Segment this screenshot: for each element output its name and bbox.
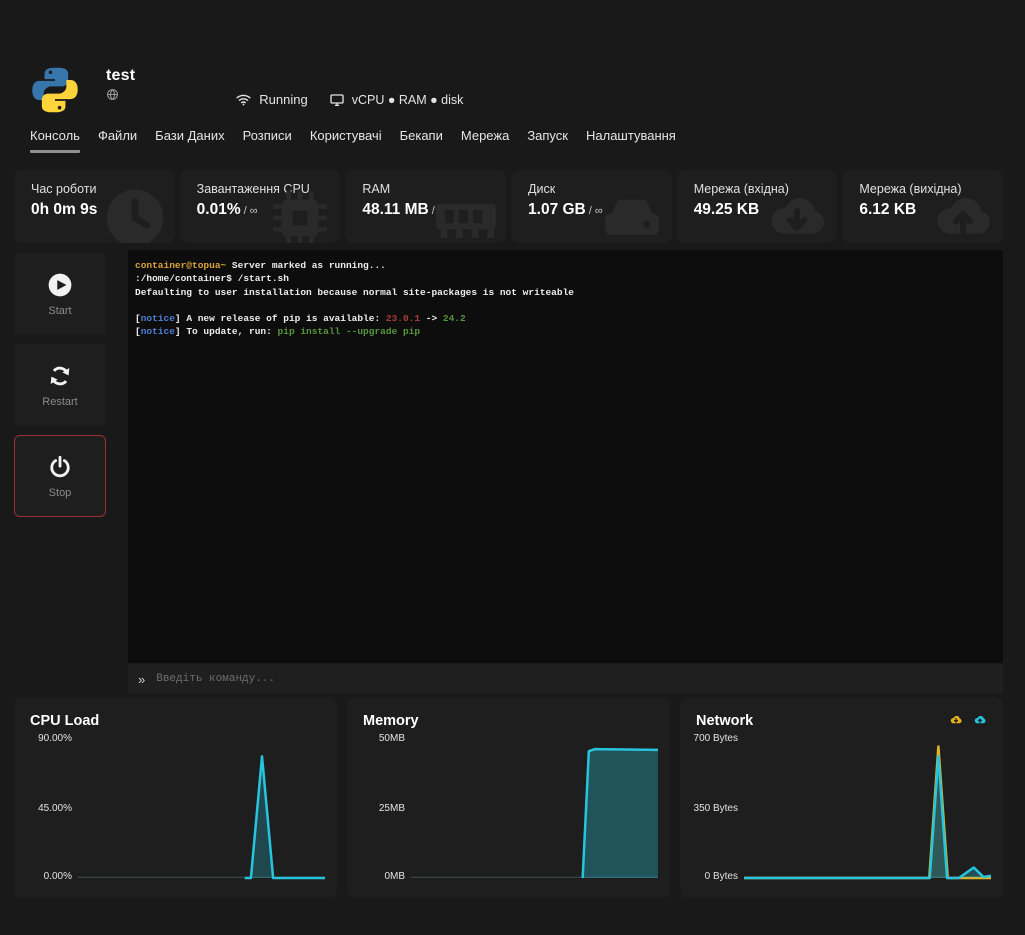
chart-plot	[411, 739, 658, 878]
server-status: Running	[259, 92, 307, 107]
cloud-down-icon	[949, 713, 963, 727]
console-line	[135, 299, 995, 312]
chart-card-cpu-load: CPU Load90.00%45.00%0.00%	[14, 697, 337, 898]
stat-card-microchip: Завантаження CPU0.01% / ∞	[180, 170, 341, 243]
stop-button[interactable]: Stop	[14, 435, 106, 517]
header-top: test Running	[14, 53, 1003, 115]
power-button-label: Restart	[42, 396, 77, 408]
server-specs: vCPU ● RAM ● disk	[352, 93, 464, 107]
y-tick: 25MB	[379, 803, 405, 814]
y-tick: 0 Bytes	[705, 871, 738, 882]
main-section: Start Restart Stop container@topua~ Server…	[14, 250, 1003, 694]
command-input[interactable]	[154, 672, 993, 686]
console-line: Defaulting to user installation because …	[135, 286, 995, 299]
tab-консоль[interactable]: Консоль	[30, 128, 80, 153]
restart-icon	[47, 363, 73, 389]
power-buttons: Start Restart Stop	[14, 253, 106, 694]
y-tick: 700 Bytes	[694, 733, 738, 744]
console-line: container@topua~ Server marked as runnin…	[135, 259, 995, 272]
tab-мережа[interactable]: Мережа	[461, 128, 509, 153]
memory-icon	[432, 184, 500, 243]
console-input-row: »	[128, 664, 1003, 694]
y-axis-labels: 50MB25MB0MB	[361, 739, 411, 878]
monitor-icon	[329, 92, 345, 108]
stats-row: Час роботи0h 0m 9sЗавантаження CPU0.01% …	[14, 170, 1003, 243]
stat-card-memory: RAM48.11 MB / ∞	[345, 170, 506, 243]
spec-group: vCPU ● RAM ● disk	[329, 92, 464, 108]
y-tick: 50MB	[379, 733, 405, 744]
chart-legend-icons	[949, 713, 987, 727]
wifi-icon	[235, 91, 252, 108]
console-output[interactable]: container@topua~ Server marked as runnin…	[128, 250, 1003, 663]
status-line: Running vCPU ● RAM ● disk	[235, 91, 463, 108]
hdd-icon	[598, 184, 666, 243]
tab-бекапи[interactable]: Бекапи	[400, 128, 443, 153]
chart-body: 90.00%45.00%0.00%	[28, 739, 325, 878]
chart-plot	[744, 739, 991, 878]
y-axis-labels: 700 Bytes350 Bytes0 Bytes	[694, 739, 744, 878]
tab-файли[interactable]: Файли	[98, 128, 137, 153]
tab-запуск[interactable]: Запуск	[527, 128, 568, 153]
cloud-up-icon	[929, 184, 997, 243]
chart-plot	[78, 739, 325, 878]
clock-icon	[101, 184, 169, 243]
stat-card-cloud-down: Мережа (вхідна)49.25 KB	[677, 170, 838, 243]
y-tick: 90.00%	[38, 733, 72, 744]
y-axis-labels: 90.00%45.00%0.00%	[28, 739, 78, 878]
nav-tabs: Консоль Файли Бази Даних Розписи Користувачі…	[14, 128, 1003, 153]
server-title: test	[106, 67, 135, 85]
start-button[interactable]: Start	[14, 253, 106, 335]
chart-title: CPU Load	[30, 713, 325, 729]
server-header: test Running	[14, 53, 1003, 154]
y-tick: 0MB	[384, 871, 405, 882]
cloud-down-icon	[763, 184, 831, 243]
y-tick: 45.00%	[38, 803, 72, 814]
cloud-up-icon	[973, 713, 987, 727]
prompt-icon: »	[138, 672, 145, 687]
power-button-label: Stop	[49, 487, 72, 499]
python-logo	[30, 65, 80, 115]
charts-row: CPU Load90.00%45.00%0.00%Memory50MB25MB0…	[14, 697, 1003, 898]
stat-card-cloud-up: Мережа (вихідна)6.12 KB	[842, 170, 1003, 243]
chart-title: Memory	[363, 713, 658, 729]
power-button-label: Start	[48, 305, 71, 317]
chart-title: Network	[696, 713, 991, 729]
tab-користувачі[interactable]: Користувачі	[310, 128, 382, 153]
microchip-icon	[266, 184, 334, 243]
console-line: [notice] A new release of pip is availab…	[135, 312, 995, 325]
console-line: :/home/container$ /start.sh	[135, 272, 995, 285]
title-block: test	[106, 65, 135, 106]
y-tick: 350 Bytes	[694, 803, 738, 814]
tab-розписи[interactable]: Розписи	[243, 128, 292, 153]
play-circle-icon	[47, 272, 73, 298]
chart-card-network: Network700 Bytes350 Bytes0 Bytes	[680, 697, 1003, 898]
console-line: [notice] To update, run: pip install --u…	[135, 325, 995, 338]
stat-card-clock: Час роботи0h 0m 9s	[14, 170, 175, 243]
power-off-icon	[47, 454, 73, 480]
chart-body: 50MB25MB0MB	[361, 739, 658, 878]
tab-налаштування[interactable]: Налаштування	[586, 128, 676, 153]
y-tick: 0.00%	[44, 871, 72, 882]
stat-suffix: / ∞	[241, 205, 258, 217]
tab-бази даних[interactable]: Бази Даних	[155, 128, 224, 153]
chart-card-memory: Memory50MB25MB0MB	[347, 697, 670, 898]
chart-body: 700 Bytes350 Bytes0 Bytes	[694, 739, 991, 878]
console-panel: container@topua~ Server marked as runnin…	[128, 250, 1003, 694]
restart-button[interactable]: Restart	[14, 344, 106, 426]
stat-card-hdd: Диск1.07 GB / ∞	[511, 170, 672, 243]
globe-icon[interactable]	[106, 88, 119, 101]
